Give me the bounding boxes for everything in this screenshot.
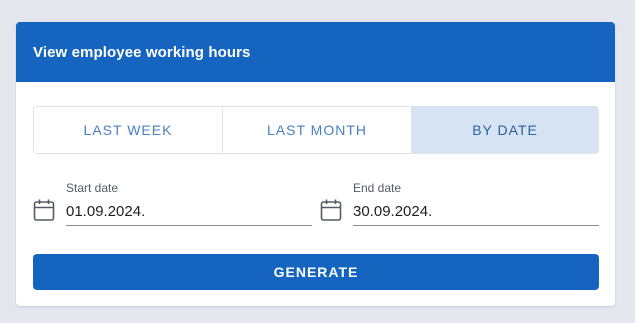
calendar-icon[interactable] [33,198,55,222]
tab-last-week[interactable]: LAST WEEK [34,107,222,153]
period-tabs: LAST WEEK LAST MONTH BY DATE [33,106,599,154]
calendar-icon[interactable] [320,198,342,222]
start-date-field: Start date [33,178,312,228]
start-date-label: Start date [66,181,119,195]
generate-button[interactable]: GENERATE [33,254,599,290]
card-title: View employee working hours [33,43,251,61]
end-date-field: End date [320,178,599,228]
start-date-input[interactable] [66,197,312,226]
end-date-input[interactable] [353,197,599,226]
card-header: View employee working hours [16,22,615,82]
tab-by-date[interactable]: BY DATE [411,107,598,153]
end-date-label: End date [353,181,402,195]
tab-last-month[interactable]: LAST MONTH [222,107,411,153]
working-hours-card: View employee working hours LAST WEEK LA… [16,22,615,306]
